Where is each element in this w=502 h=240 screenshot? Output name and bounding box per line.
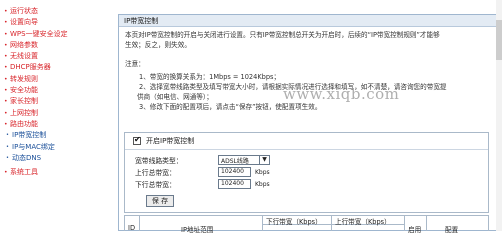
download-input[interactable]: 102400 (218, 179, 251, 189)
sidebar-item-label: 安全功能 (10, 86, 38, 95)
sidebar-item-routing[interactable]: • 路由功能 (0, 119, 113, 130)
sidebar-item-ip-mac[interactable]: • IP与MAC绑定 (0, 142, 113, 153)
upload-label: 上行总带宽： (135, 169, 176, 177)
line-type-label: 宽带线路类型： (135, 157, 183, 165)
sidebar-item-security[interactable]: • 安全功能 (0, 85, 113, 96)
sidebar-item-label: 动态DNS (12, 153, 42, 162)
sidebar-item-setup-wizard[interactable]: • 设置向导 (0, 17, 113, 28)
line-type-value: ADSL线路 (221, 157, 249, 165)
col-header-config: 配置 (445, 226, 459, 234)
col-header-enabled: 启用 (408, 226, 422, 234)
enable-label: 开启IP带宽控制 (146, 137, 195, 145)
col-header-id: ID (128, 224, 136, 232)
sidebar-item-system-tools[interactable]: • 系统工具 (0, 167, 113, 178)
note-1: 1、带宽的换算关系为：1Mbps = 1024Kbps； (139, 73, 281, 81)
config-panel: 开启IP带宽控制 宽带线路类型： ADSL线路 ▼ 上行总带宽： 102400 … (124, 132, 489, 213)
line-type-row: 宽带线路类型： ADSL线路 ▼ (135, 155, 270, 165)
watermark: www.xiqb.com (283, 85, 400, 103)
bullet-icon: • (4, 64, 8, 72)
bullet-icon: • (4, 53, 8, 61)
upload-row: 上行总带宽： 102400 Kbps (135, 167, 270, 177)
notes-section: 注意： 1、带宽的换算关系为：1Mbps = 1024Kbps； 2、选择宽带线… (119, 56, 496, 112)
sidebar-item-label: 无线设置 (10, 52, 38, 61)
col-header-up: 上行带宽（Kbps） (335, 218, 391, 226)
sidebar-item-label: IP与MAC绑定 (12, 142, 55, 151)
notes-label: 注意： (125, 60, 145, 68)
sidebar-item-label: 网络参数 (10, 40, 38, 49)
sidebar-item-label: WPS一键安全设定 (10, 29, 68, 38)
bullet-icon: • (4, 8, 8, 15)
scrollbar-thumb[interactable] (496, 20, 502, 60)
download-row: 下行总带宽： 102400 Kbps (135, 179, 270, 189)
download-label: 下行总带宽： (135, 181, 176, 189)
bullet-icon: • (4, 120, 8, 128)
sidebar-item-network[interactable]: • 网络参数 (0, 40, 113, 51)
intro-text: 本页对IP带宽控制的开启与关闭进行设置。只有IP带宽控制总开关为开启时，后续的“… (119, 27, 496, 50)
sidebar-item-label: 转发规则 (10, 74, 38, 83)
sidebar-item-label: IP带宽控制 (12, 131, 47, 140)
bullet-icon: • (4, 41, 8, 49)
sidebar-item-forwarding[interactable]: • 转发规则 (0, 74, 113, 85)
sidebar-item-label: 运行状态 (10, 7, 38, 15)
table-divider (404, 216, 405, 231)
intro-line-1: 本页对IP带宽控制的开启与关闭进行设置。只有IP带宽控制总开关为开启时，后续的“… (125, 31, 440, 39)
sidebar-item-parental[interactable]: • 家长控制 (0, 96, 113, 107)
upload-input[interactable]: 102400 (218, 167, 251, 177)
enable-checkbox[interactable] (133, 135, 141, 145)
bullet-icon: • (6, 143, 9, 150)
save-button[interactable]: 保 存 (146, 195, 174, 207)
sidebar-item-label: 系统工具 (10, 168, 38, 177)
sidebar-item-wireless[interactable]: • 无线设置 (0, 51, 113, 62)
bullet-icon: • (4, 75, 8, 83)
chevron-down-icon: ▼ (259, 156, 269, 164)
intro-line-2: 生效；反之，则失效。 (125, 41, 191, 49)
enable-row: 开启IP带宽控制 (125, 133, 488, 150)
sidebar-nav: • 运行状态 • 设置向导 • WPS一键安全设定 • 网络参数 • 无线设置 • DHCP… (0, 0, 113, 231)
sidebar-item-status[interactable]: • 运行状态 (0, 6, 113, 17)
sidebar-item-label: 设置向导 (10, 18, 38, 27)
main-content: IP带宽控制 本页对IP带宽控制的开启与关闭进行设置。只有IP带宽控制总开关为开… (113, 0, 502, 234)
table-divider (139, 216, 140, 231)
rules-table: ID IP地址范围 下行带宽（Kbps） 上行带宽（Kbps） 启用 配置 (124, 215, 489, 234)
bullet-icon: • (4, 98, 8, 106)
bullet-icon: • (4, 169, 8, 177)
line-type-select[interactable]: ADSL线路 ▼ (218, 155, 270, 165)
panel-title: IP带宽控制 (119, 15, 496, 27)
sidebar-item-label: 路由功能 (10, 119, 38, 128)
col-header-ip-range: IP地址范围 (181, 226, 214, 234)
note-3: 3、修改下面的配置项后，请点击“保存”按钮，使配置项生效。 (139, 103, 322, 111)
sidebar-item-label: 家长控制 (10, 97, 38, 106)
sidebar-item-label: 上网控制 (10, 108, 38, 117)
sidebar-item-bandwidth[interactable]: • IP带宽控制 (0, 130, 113, 141)
download-unit: Kbps (255, 180, 270, 188)
bullet-icon: • (4, 30, 8, 38)
bullet-icon: • (6, 154, 9, 161)
upload-unit: Kbps (255, 168, 270, 176)
sidebar-item-label: DHCP服务器 (10, 63, 51, 72)
bullet-icon: • (6, 132, 9, 139)
col-header-down: 下行带宽（Kbps） (266, 218, 322, 226)
sidebar-item-ddns[interactable]: • 动态DNS (0, 153, 113, 164)
table-divider (426, 216, 427, 231)
sidebar-item-dhcp[interactable]: • DHCP服务器 (0, 62, 113, 73)
bullet-icon: • (4, 19, 8, 27)
sidebar-item-wps[interactable]: • WPS一键安全设定 (0, 29, 113, 40)
bullet-icon: • (4, 87, 8, 95)
scrollbar[interactable] (496, 0, 502, 231)
bullet-icon: • (4, 109, 8, 117)
sidebar-item-access-control[interactable]: • 上网控制 (0, 108, 113, 119)
